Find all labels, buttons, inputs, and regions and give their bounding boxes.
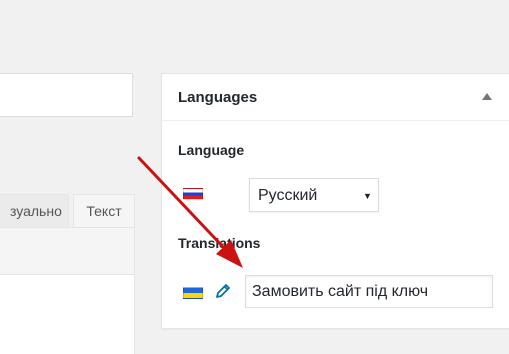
languages-panel: Languages Language Русский ▼ Translation… <box>161 73 509 329</box>
editor-content-area[interactable] <box>0 274 135 354</box>
language-select[interactable]: Русский ▼ <box>249 178 379 212</box>
tab-visual[interactable]: зуально <box>0 194 69 228</box>
panel-title: Languages <box>178 89 258 106</box>
language-select-value: Русский <box>258 187 318 204</box>
pencil-icon[interactable] <box>214 282 232 300</box>
flag-ukraine-icon <box>183 287 203 299</box>
translation-title-input[interactable] <box>245 275 493 308</box>
tab-visual-label: зуально <box>10 203 62 219</box>
editor-toolbar <box>0 227 135 275</box>
post-title-input[interactable] <box>0 73 133 117</box>
flag-russia-icon <box>183 188 203 200</box>
tab-text-label: Текст <box>86 203 122 219</box>
language-label: Language <box>178 142 245 158</box>
translations-label: Translations <box>178 235 261 251</box>
panel-header[interactable]: Languages <box>162 74 509 121</box>
chevron-down-icon: ▼ <box>363 191 372 201</box>
triangle-up-icon[interactable] <box>482 93 492 100</box>
tab-text[interactable]: Текст <box>73 194 135 228</box>
